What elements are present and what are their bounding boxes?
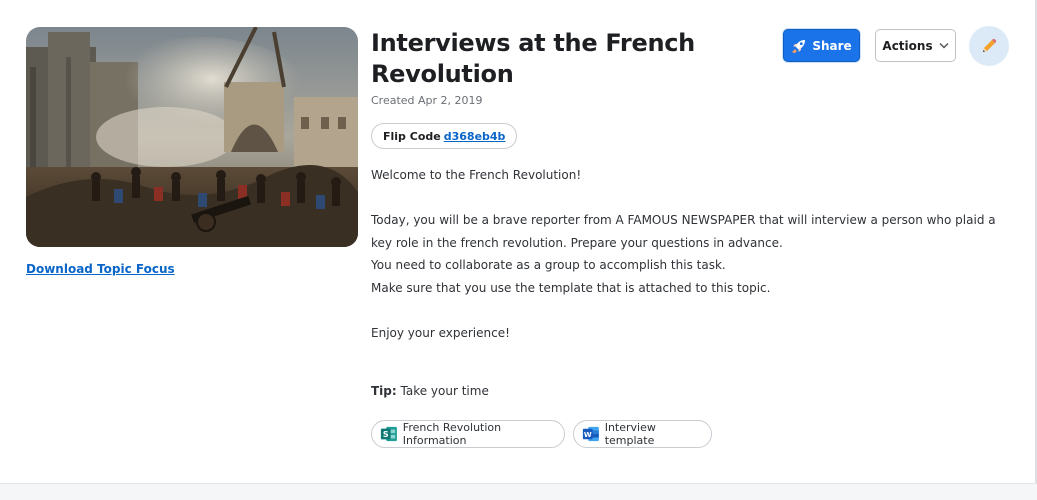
bottom-band <box>0 483 1037 500</box>
attachment-french-revolution-information[interactable]: S French Revolution Information <box>371 420 565 448</box>
created-date: Created Apr 2, 2019 <box>371 94 483 107</box>
flip-code-pill: Flip Code d368eb4b <box>371 123 518 149</box>
edit-button[interactable] <box>969 26 1009 66</box>
description-welcome: Welcome to the French Revolution! <box>371 168 582 182</box>
tip-label: Tip: <box>371 384 397 398</box>
chevron-down-icon <box>939 42 949 49</box>
description-collaborate: You need to collaborate as a group to ac… <box>371 258 726 272</box>
page-title: Interviews at the French Revolution <box>371 29 695 88</box>
flip-code-link[interactable]: d368eb4b <box>444 130 506 143</box>
share-label: Share <box>812 38 852 53</box>
attachment-interview-template[interactable]: W Interview template <box>573 420 712 448</box>
svg-text:S: S <box>383 430 389 439</box>
share-button[interactable]: Share <box>783 29 860 62</box>
sway-icon: S <box>380 426 397 442</box>
actions-label: Actions <box>882 38 933 53</box>
topic-cover-image <box>26 27 358 247</box>
pencil-icon <box>983 38 997 52</box>
tip-text: Tip: Take your time <box>371 380 1011 403</box>
attachment-label: French Revolution Information <box>402 421 502 447</box>
word-icon: W <box>582 426 599 442</box>
svg-text:W: W <box>584 430 592 439</box>
download-topic-focus-link[interactable]: Download Topic Focus <box>26 262 175 276</box>
attachment-label: Interview template <box>604 421 656 447</box>
description-template: Make sure that you use the template that… <box>371 280 771 295</box>
flip-code-label: Flip Code <box>383 129 441 143</box>
description-enjoy: Enjoy your experience! <box>371 325 510 340</box>
rocket-icon <box>792 39 806 53</box>
actions-dropdown-button[interactable]: Actions <box>875 29 956 62</box>
topic-description: Welcome to the French Revolution! Today,… <box>371 164 1011 403</box>
description-task: Today, you will be a brave reporter from… <box>371 213 996 250</box>
tip-value: Take your time <box>396 384 489 398</box>
